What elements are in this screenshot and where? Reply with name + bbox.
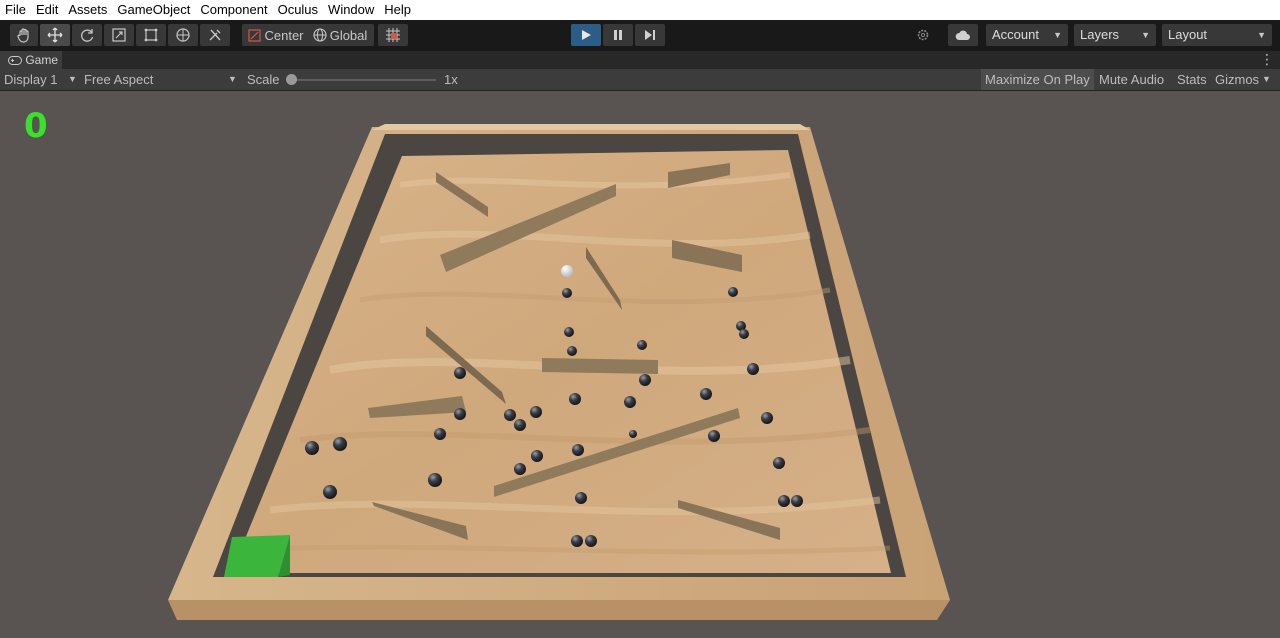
pivot-icon (248, 28, 262, 42)
pivot-label: Center (264, 27, 304, 43)
mute-audio-toggle[interactable]: Mute Audio (1095, 69, 1168, 90)
game-viewport[interactable]: 0 (0, 91, 1280, 638)
menu-help[interactable]: Help (379, 0, 416, 20)
custom-tool-button[interactable] (200, 24, 230, 46)
step-icon (645, 30, 655, 40)
display-dropdown[interactable]: Display 1 ▼ (4, 69, 78, 90)
gizmos-toggle[interactable]: Gizmos (1211, 69, 1263, 90)
scale-label: Scale (247, 72, 280, 87)
chevron-down-icon[interactable]: ▼ (1262, 69, 1271, 90)
chevron-down-icon: ▼ (1053, 30, 1062, 40)
play-button[interactable] (571, 24, 601, 46)
menu-edit[interactable]: Edit (31, 0, 63, 20)
menu-gameobject[interactable]: GameObject (112, 0, 195, 20)
pause-icon (614, 30, 622, 40)
game-view-controls: Display 1 ▼ Free Aspect ▼ Scale 1x Maxim… (0, 69, 1280, 91)
score-display: 0 (24, 106, 48, 146)
chevron-down-icon: ▼ (1141, 30, 1150, 40)
cloud-button[interactable] (948, 24, 978, 46)
stats-toggle[interactable]: Stats (1173, 69, 1211, 90)
menu-bar: File Edit Assets GameObject Component Oc… (0, 0, 1280, 20)
snap-settings-button[interactable] (378, 24, 408, 46)
move-icon (47, 27, 63, 43)
scale-value: 1x (444, 72, 458, 87)
tools-icon (209, 29, 221, 41)
globe-icon (313, 28, 327, 42)
chevron-down-icon: ▼ (1257, 30, 1266, 40)
step-button[interactable] (635, 24, 665, 46)
chevron-down-icon: ▼ (228, 74, 237, 84)
menu-component[interactable]: Component (195, 0, 272, 20)
services-button[interactable] (910, 24, 936, 46)
chevron-down-icon: ▼ (68, 74, 77, 84)
more-options-icon[interactable]: ⋮ (1260, 51, 1274, 69)
player-ball (561, 265, 573, 277)
layout-dropdown[interactable]: Layout ▼ (1162, 24, 1272, 46)
game-scene (168, 124, 950, 620)
main-toolbar: Center Global Account ▼ Layers ▼ Layout … (0, 20, 1280, 51)
menu-window[interactable]: Window (323, 0, 379, 20)
rect-icon (144, 28, 158, 42)
play-icon (582, 30, 591, 40)
settings-icon (917, 29, 929, 41)
scale-icon (112, 28, 126, 42)
transform-tool-button[interactable] (168, 24, 198, 46)
grid-snap-icon (386, 28, 400, 42)
scale-slider[interactable] (286, 69, 438, 90)
rotate-icon (81, 29, 94, 42)
goal-block (224, 535, 290, 577)
menu-assets[interactable]: Assets (63, 0, 112, 20)
pause-button[interactable] (603, 24, 633, 46)
hand-icon (17, 28, 29, 43)
maximize-on-play-toggle[interactable]: Maximize On Play (981, 69, 1094, 90)
transform-icon (176, 28, 190, 42)
window-tab-bar: Game ⋮ (0, 51, 1280, 69)
gamepad-icon (8, 56, 22, 65)
space-mode-button[interactable]: Global (306, 24, 374, 46)
menu-oculus[interactable]: Oculus (273, 0, 323, 20)
move-tool-button[interactable] (40, 24, 70, 46)
scale-slider-thumb[interactable] (286, 74, 297, 85)
scale-tool-button[interactable] (104, 24, 134, 46)
rect-tool-button[interactable] (136, 24, 166, 46)
rotate-tool-button[interactable] (72, 24, 102, 46)
aspect-label: Free Aspect (84, 72, 154, 87)
menu-file[interactable]: File (0, 0, 31, 20)
layers-dropdown[interactable]: Layers ▼ (1074, 24, 1156, 46)
pivot-mode-button[interactable]: Center (242, 24, 310, 46)
scale-slider-track (290, 79, 436, 81)
account-dropdown[interactable]: Account ▼ (986, 24, 1068, 46)
layout-label: Layout (1168, 27, 1208, 42)
tab-game-label: Game (25, 53, 59, 67)
layers-label: Layers (1080, 27, 1120, 42)
cloud-icon (955, 30, 970, 40)
account-label: Account (992, 27, 1039, 42)
tab-game[interactable]: Game (0, 51, 62, 69)
space-label: Global (329, 27, 368, 43)
aspect-dropdown[interactable]: Free Aspect ▼ (84, 69, 238, 90)
display-label: Display 1 (4, 72, 58, 87)
hand-tool-button[interactable] (10, 24, 38, 46)
